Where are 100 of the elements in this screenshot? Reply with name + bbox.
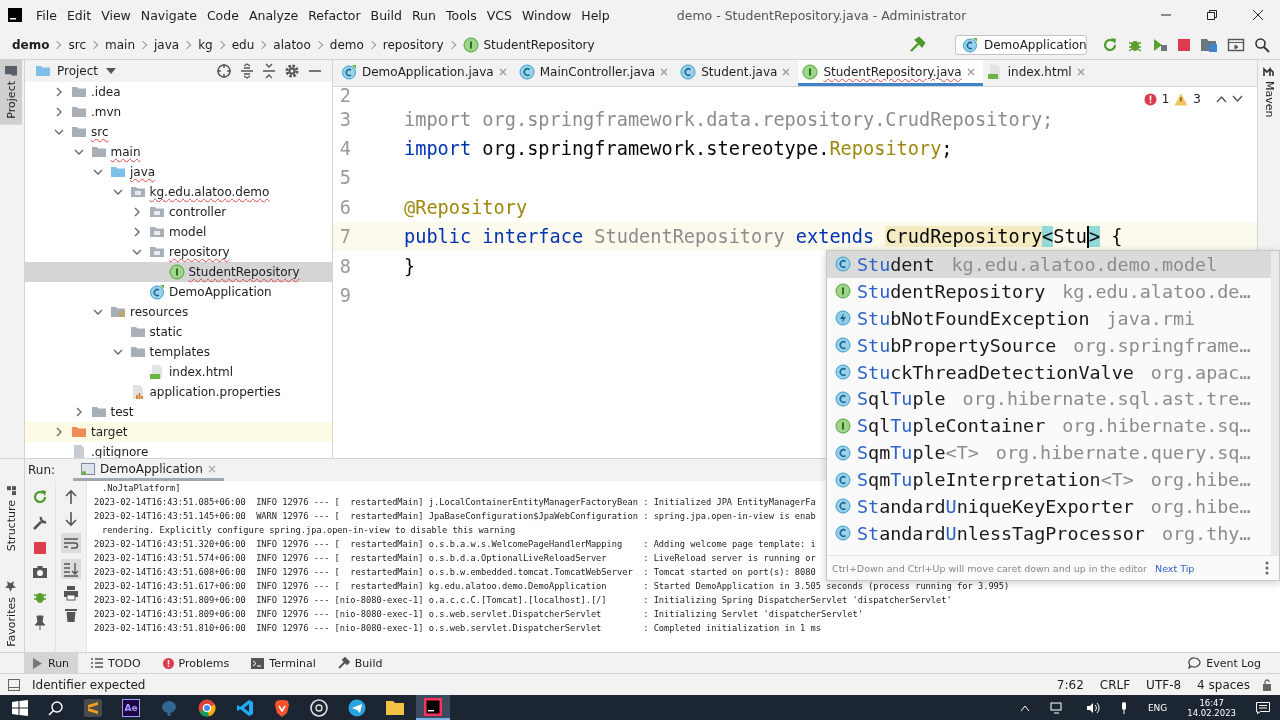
menu-item[interactable]: VCS xyxy=(481,7,517,23)
rerun-icon[interactable] xyxy=(32,489,48,505)
warning-icon[interactable] xyxy=(1174,92,1189,106)
menu-item[interactable]: Edit xyxy=(61,7,97,23)
tree-item[interactable]: DemoApplication xyxy=(169,285,272,299)
run-tab[interactable]: DemoApplication xyxy=(73,459,224,481)
expand-all-icon[interactable] xyxy=(240,63,254,79)
chevron-down-icon[interactable] xyxy=(93,167,103,177)
event-log-button[interactable]: Event Log xyxy=(1179,653,1270,673)
maven-tool-tab[interactable]: Maven xyxy=(1258,60,1280,124)
shield-icon[interactable] xyxy=(274,698,290,717)
clock-date[interactable]: 14.02.2023 xyxy=(1187,707,1236,718)
language-indicator[interactable]: ENG xyxy=(1147,702,1168,713)
completion-item[interactable]: StubNotFoundException java.rmi xyxy=(827,304,1271,332)
restore-icon[interactable] xyxy=(1206,9,1218,21)
breadcrumb[interactable]: main xyxy=(105,37,135,52)
editor-tab[interactable]: StudentRepository.java xyxy=(798,60,983,86)
editor-tab[interactable]: index.html xyxy=(982,60,1093,86)
chevron-down-icon[interactable] xyxy=(132,247,142,257)
tree-item[interactable]: application.properties xyxy=(149,385,281,399)
tree-item[interactable]: resources xyxy=(130,305,189,319)
menu-item[interactable]: View xyxy=(96,7,136,23)
completion-item[interactable]: SqmTupleInterpretation<T> org.hibe… xyxy=(827,466,1271,493)
chevron-right-icon[interactable] xyxy=(54,427,64,437)
folder-icon[interactable] xyxy=(386,699,404,716)
trash-icon[interactable] xyxy=(64,607,78,623)
menu-item[interactable]: Navigate xyxy=(135,7,202,23)
completion-item[interactable]: StuckThreadDetectionValve org.apac… xyxy=(827,358,1271,386)
chevron-down-icon[interactable] xyxy=(1232,95,1243,103)
app-icon[interactable]: Ae xyxy=(122,698,140,717)
breadcrumb[interactable]: demo xyxy=(329,37,364,52)
soft-wrap-icon[interactable] xyxy=(61,533,81,553)
paper-plane-icon[interactable] xyxy=(348,698,366,717)
completion-item[interactable]: StubPropertySource org.springframe… xyxy=(827,331,1271,359)
tree-item[interactable]: static xyxy=(149,325,183,339)
search-icon[interactable] xyxy=(1254,36,1270,53)
menu-item[interactable]: Code xyxy=(201,7,244,23)
favorites-tool-tab[interactable]: Favorites xyxy=(0,575,22,653)
tree-item[interactable]: .gitignore xyxy=(91,445,149,458)
tree-item[interactable]: index.html xyxy=(169,365,233,379)
microphone-icon[interactable] xyxy=(1119,701,1128,714)
tree-item[interactable]: .idea xyxy=(91,85,121,99)
breadcrumb[interactable]: java xyxy=(154,37,180,52)
tool-window-button[interactable]: Build xyxy=(328,653,392,673)
tree-item[interactable]: kg.edu.alatoo.demo xyxy=(149,185,270,199)
close-icon[interactable] xyxy=(1252,9,1264,21)
completion-item[interactable]: SqlTupleContainer org.hibernate.sq… xyxy=(827,412,1271,440)
tool-window-button[interactable]: Problems xyxy=(153,653,239,673)
notification-icon[interactable] xyxy=(1256,701,1270,714)
chevron-right-icon[interactable] xyxy=(54,107,64,117)
search-icon[interactable] xyxy=(48,699,64,716)
panel-title[interactable]: Project xyxy=(57,64,99,78)
menu-item[interactable]: File xyxy=(31,7,62,23)
stop-icon[interactable] xyxy=(1177,37,1191,52)
chevron-right-icon[interactable] xyxy=(132,227,142,237)
tool-window-button[interactable]: TODO xyxy=(82,653,150,673)
chevron-right-icon[interactable] xyxy=(54,87,64,97)
menu-item[interactable]: Run xyxy=(407,7,441,23)
breadcrumb[interactable]: src xyxy=(68,37,86,52)
breadcrumb[interactable]: demo xyxy=(12,37,50,52)
window-icon[interactable] xyxy=(1227,36,1245,53)
tree-item[interactable]: repository xyxy=(169,245,230,259)
tool-window-button[interactable]: Run xyxy=(24,653,79,673)
ide-app-icon[interactable] xyxy=(424,697,442,716)
menu-item[interactable]: Tools xyxy=(440,7,482,23)
hammer-icon[interactable] xyxy=(908,35,926,54)
chevron-down-icon[interactable] xyxy=(73,147,84,157)
editor-tab[interactable]: Student.java xyxy=(676,60,799,86)
camera-icon[interactable] xyxy=(32,565,48,579)
menu-item[interactable]: Help xyxy=(576,7,615,23)
menu-item[interactable]: Window xyxy=(517,7,577,23)
print-icon[interactable] xyxy=(63,585,79,601)
run-configuration-dropdown[interactable]: DemoApplication xyxy=(955,34,1087,55)
tree-item[interactable]: .mvn xyxy=(91,105,122,119)
tree-item[interactable]: templates xyxy=(149,345,210,359)
error-count[interactable]: 1 xyxy=(1161,92,1170,106)
structure-tool-tab[interactable]: Structure xyxy=(0,479,22,558)
status-item[interactable]: UTF-8 xyxy=(1146,677,1182,692)
breadcrumb[interactable]: alatoo xyxy=(273,37,311,52)
tree-item[interactable]: controller xyxy=(169,205,227,219)
code-editor-icon[interactable] xyxy=(236,698,254,717)
speaker-icon[interactable] xyxy=(1085,701,1100,714)
completion-item[interactable]: Student kg.edu.alatoo.demo.model xyxy=(827,251,1271,278)
menu-item[interactable]: Build xyxy=(365,7,407,23)
rerun-icon[interactable] xyxy=(1102,36,1118,53)
completion-item[interactable]: StudentRepository kg.edu.alatoo.de… xyxy=(827,277,1271,305)
windows-start-icon[interactable] xyxy=(12,699,28,716)
warning-count[interactable]: 3 xyxy=(1193,92,1201,106)
stop-icon[interactable] xyxy=(33,541,47,555)
settings-icon[interactable] xyxy=(284,63,300,79)
completion-item[interactable]: SqlTuple org.hibernate.sql.ast.tre… xyxy=(827,385,1271,413)
chevron-down-icon[interactable] xyxy=(112,347,123,357)
editor-tab[interactable]: MainController.java xyxy=(514,60,677,86)
scroll-to-end-icon[interactable] xyxy=(61,559,81,579)
arrow-up-icon[interactable] xyxy=(64,489,78,505)
tree-item[interactable]: test xyxy=(110,405,134,419)
coverage-icon[interactable] xyxy=(1152,36,1168,53)
error-icon[interactable] xyxy=(1143,92,1157,106)
tree-item[interactable]: src xyxy=(91,125,109,139)
completion-item[interactable]: StandardUniqueKeyExporter org.hibe… xyxy=(827,493,1271,520)
